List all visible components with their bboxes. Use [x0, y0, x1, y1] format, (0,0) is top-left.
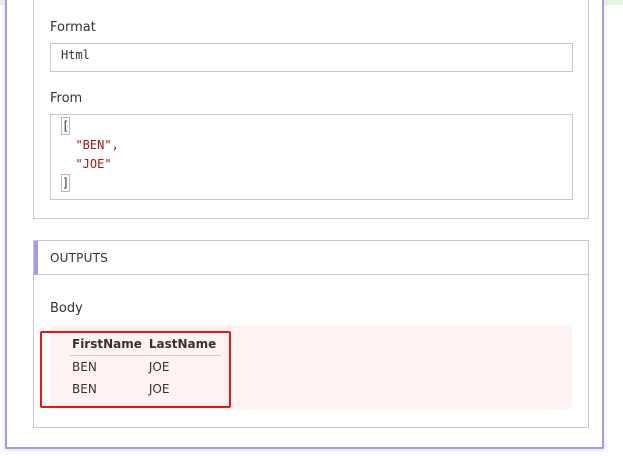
- inputs-card: Format Html From [ "BEN", "JOE" ]: [33, 0, 589, 219]
- table-cell: JOE: [148, 360, 170, 374]
- outputs-header[interactable]: OUTPUTS: [34, 241, 588, 275]
- body-label: Body: [50, 301, 83, 316]
- table-row: BEN JOE: [70, 378, 221, 400]
- outputs-title: OUTPUTS: [50, 251, 108, 265]
- from-field[interactable]: [ "BEN", "JOE" ]: [50, 114, 573, 200]
- from-code: [ "BEN", "JOE" ]: [61, 117, 119, 193]
- open-bracket: [: [61, 117, 71, 135]
- table-header-row: FirstName LastName: [70, 333, 222, 356]
- format-field[interactable]: Html: [50, 43, 573, 72]
- from-item-1: "BEN",: [75, 138, 119, 152]
- outputs-card: OUTPUTS Body FirstName LastName BEN JOE: [33, 240, 589, 428]
- table-cell: BEN: [72, 382, 97, 396]
- column-header-firstname: FirstName: [70, 333, 147, 356]
- format-label: Format: [50, 20, 96, 35]
- result-table: FirstName LastName BEN JOE BEN JOE: [70, 333, 222, 400]
- table-cell: JOE: [148, 382, 170, 396]
- body-output: FirstName LastName BEN JOE BEN JOE: [50, 325, 572, 409]
- table-cell: BEN: [72, 360, 97, 374]
- from-label: From: [50, 91, 83, 106]
- table-row: BEN JOE: [70, 356, 221, 379]
- from-item-2: "JOE": [75, 157, 112, 171]
- format-value: Html: [61, 48, 90, 62]
- column-header-lastname: LastName: [146, 333, 222, 356]
- close-bracket: ]: [61, 174, 71, 192]
- action-details-panel: Format Html From [ "BEN", "JOE" ] OUTPUT…: [5, 0, 604, 449]
